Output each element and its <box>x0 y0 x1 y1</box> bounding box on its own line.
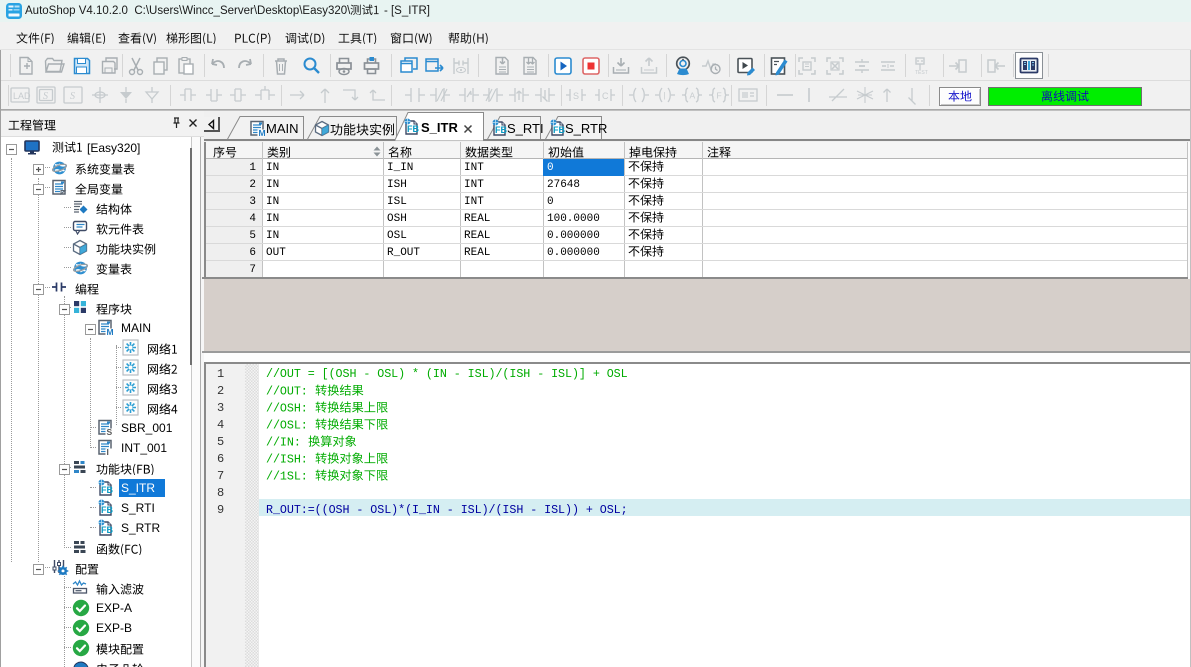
svg-text:FB: FB <box>101 525 113 535</box>
svg-text:S: S <box>573 91 579 101</box>
svg-text:C: C <box>602 91 609 101</box>
svg-text:FB: FB <box>101 485 113 495</box>
svg-text:TEST: TEST <box>915 70 928 76</box>
svg-text:S: S <box>70 91 75 102</box>
svg-text:A: A <box>690 91 696 101</box>
svg-text:FB: FB <box>495 125 507 135</box>
svg-text:FB: FB <box>553 125 565 135</box>
svg-text:FB: FB <box>101 505 113 515</box>
svg-text:FB: FB <box>407 124 419 134</box>
svg-text:LAD: LAD <box>13 91 31 101</box>
svg-text:S: S <box>107 427 113 436</box>
svg-text:|: | <box>664 91 666 100</box>
svg-text:M: M <box>259 128 266 137</box>
svg-text:M: M <box>107 327 114 336</box>
svg-text:I: I <box>107 447 109 456</box>
svg-text:S: S <box>43 91 48 102</box>
svg-text:F: F <box>717 91 722 101</box>
